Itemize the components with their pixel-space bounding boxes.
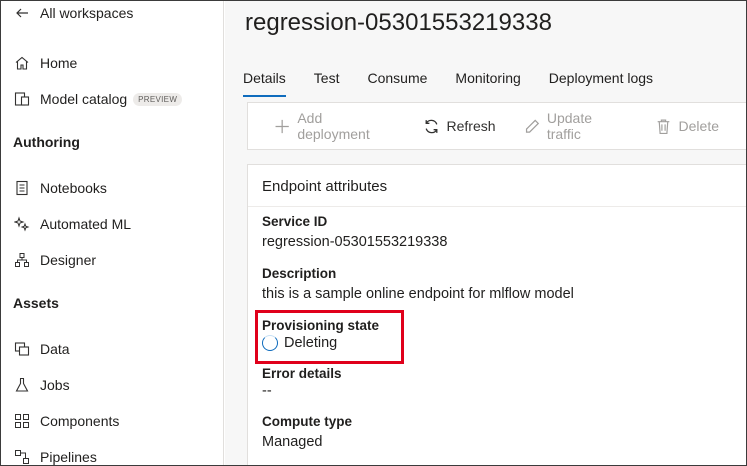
main-content: regression-05301553219338 Details Test C… <box>225 1 746 465</box>
data-icon <box>13 340 31 358</box>
sidebar-item-label: Home <box>40 55 78 71</box>
tab-deployment-logs[interactable]: Deployment logs <box>549 67 653 97</box>
tab-monitoring[interactable]: Monitoring <box>455 67 520 97</box>
page-title: regression-05301553219338 <box>245 9 552 36</box>
description-value: this is a sample online endpoint for mlf… <box>262 286 574 302</box>
arrow-left-icon <box>13 4 31 22</box>
plus-icon <box>275 119 289 133</box>
sidebar-item-label: Jobs <box>40 377 70 393</box>
pipeline-icon <box>13 448 31 465</box>
app-window: All workspaces Home Model catalog PREVIE… <box>0 0 747 466</box>
refresh-label: Refresh <box>446 118 496 134</box>
sidebar-item-label: Notebooks <box>40 180 107 196</box>
notebook-icon <box>13 179 31 197</box>
sidebar-item-label: Automated ML <box>40 216 132 232</box>
card-title: Endpoint attributes <box>262 178 388 195</box>
delete-label: Delete <box>678 118 719 134</box>
trash-icon <box>657 119 669 134</box>
pencil-icon <box>525 119 539 133</box>
preview-badge: PREVIEW <box>133 92 183 106</box>
service-id-value: regression-05301553219338 <box>262 234 448 250</box>
tab-test[interactable]: Test <box>314 67 340 97</box>
sidebar-item-label: Pipelines <box>40 449 97 465</box>
service-id-label: Service ID <box>262 214 328 229</box>
highlight-box <box>255 310 404 364</box>
delete-button[interactable]: Delete <box>655 118 719 135</box>
refresh-icon <box>425 119 437 133</box>
compute-type-value: Managed <box>262 434 323 450</box>
automl-icon <box>13 215 31 233</box>
left-navigation: All workspaces Home Model catalog PREVIE… <box>1 1 224 465</box>
designer-icon <box>13 251 31 269</box>
tab-bar: Details Test Consume Monitoring Deployme… <box>243 67 681 97</box>
error-details-value: -- <box>262 383 272 399</box>
update-traffic-label: Update traffic <box>546 110 592 142</box>
sidebar-item-components[interactable]: Components <box>13 409 119 433</box>
sidebar-item-label: Data <box>40 341 70 357</box>
sidebar-item-jobs[interactable]: Jobs <box>13 373 70 397</box>
update-traffic-button[interactable]: Update traffic <box>524 110 627 142</box>
catalog-icon <box>13 90 31 108</box>
sidebar-item-designer[interactable]: Designer <box>13 248 96 272</box>
back-label: All workspaces <box>40 5 134 21</box>
sidebar-item-label: Model catalog <box>40 91 128 107</box>
sidebar-item-notebooks[interactable]: Notebooks <box>13 176 107 200</box>
back-to-workspaces-link[interactable]: All workspaces <box>13 1 133 25</box>
add-deployment-button[interactable]: Add deployment <box>274 110 395 142</box>
error-details-label: Error details <box>262 366 342 381</box>
tab-details[interactable]: Details <box>243 67 286 97</box>
description-label: Description <box>262 266 337 281</box>
tab-consume[interactable]: Consume <box>367 67 427 97</box>
sidebar-item-home[interactable]: Home <box>13 51 77 75</box>
add-deployment-label: Add deployment <box>297 110 370 142</box>
command-bar: Add deployment Refresh Update traffic De… <box>247 102 746 150</box>
refresh-button[interactable]: Refresh <box>423 118 496 135</box>
flask-icon <box>13 376 31 394</box>
components-icon <box>13 412 31 430</box>
sidebar-item-data[interactable]: Data <box>13 337 70 361</box>
card-divider <box>248 206 746 207</box>
sidebar-item-label: Components <box>40 413 120 429</box>
section-heading-authoring: Authoring <box>13 134 80 150</box>
section-heading-assets: Assets <box>13 295 59 311</box>
sidebar-item-model-catalog[interactable]: Model catalog PREVIEW <box>13 87 183 111</box>
compute-type-label: Compute type <box>262 414 353 429</box>
home-icon <box>13 54 31 72</box>
sidebar-item-automated-ml[interactable]: Automated ML <box>13 212 131 236</box>
sidebar-item-label: Designer <box>40 252 97 268</box>
sidebar-item-pipelines[interactable]: Pipelines <box>13 445 97 465</box>
